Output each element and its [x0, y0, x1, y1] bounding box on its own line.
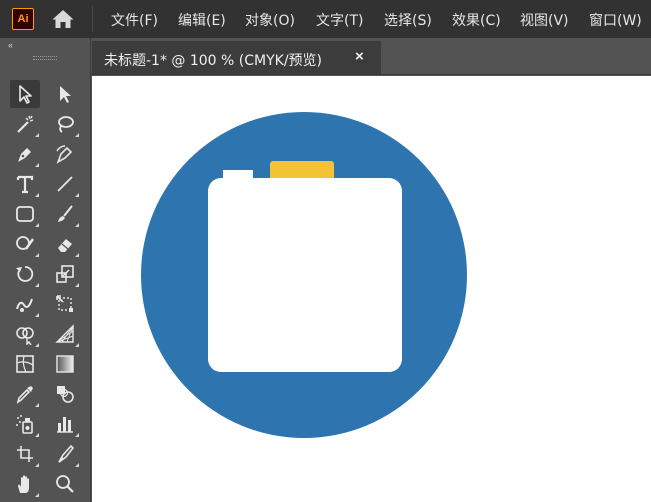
- magic-wand-icon: [17, 115, 34, 133]
- gradient-icon: [56, 355, 74, 373]
- curvature-tool[interactable]: [50, 140, 80, 168]
- column-graph-tool[interactable]: [50, 410, 80, 438]
- eyedropper-icon: [16, 386, 33, 404]
- magic-wand-tool[interactable]: [10, 110, 40, 138]
- menu-file[interactable]: 文件(F): [111, 10, 158, 30]
- column-graph-icon: [57, 417, 73, 433]
- symbol-sprayer-icon: [16, 415, 33, 434]
- symbol-sprayer-tool[interactable]: [10, 410, 40, 438]
- collapse-panel-button[interactable]: ‹‹: [8, 40, 13, 50]
- menu-type[interactable]: 文字(T): [316, 10, 363, 30]
- menu-object[interactable]: 对象(O): [245, 10, 295, 30]
- document-tab[interactable]: 未标题-1* @ 100 % (CMYK/预览) ×: [92, 41, 381, 75]
- menu-edit[interactable]: 编辑(E): [178, 10, 226, 30]
- menu-bar: Ai 文件(F) 编辑(E) 对象(O) 文字(T) 选择(S) 效果(C) 视…: [0, 0, 651, 38]
- line-icon: [57, 176, 73, 192]
- free-transform-tool[interactable]: [50, 290, 80, 318]
- eraser-tool[interactable]: [50, 230, 80, 258]
- home-button[interactable]: [47, 7, 79, 31]
- hand-tool[interactable]: [10, 470, 40, 498]
- slice-tool[interactable]: [50, 440, 80, 468]
- white-rounded-square-shape[interactable]: [208, 178, 402, 372]
- menu-select[interactable]: 选择(S): [384, 10, 432, 30]
- document-tab-bar: 未标题-1* @ 100 % (CMYK/预览) ×: [91, 38, 651, 75]
- pen-tool[interactable]: [10, 140, 40, 168]
- warp-icon: [16, 298, 33, 312]
- line-segment-tool[interactable]: [50, 170, 80, 198]
- illustrator-logo: Ai: [12, 8, 34, 30]
- warp-tool[interactable]: [10, 290, 40, 318]
- mesh-icon: [16, 355, 34, 373]
- scale-tool[interactable]: [50, 260, 80, 288]
- direct-selection-tool[interactable]: [50, 80, 80, 108]
- eraser-icon: [58, 239, 72, 252]
- rotate-icon: [16, 266, 34, 282]
- magnifier-icon: [56, 475, 74, 493]
- rounded-rectangle-icon: [16, 206, 34, 222]
- zoom-tool[interactable]: [50, 470, 80, 498]
- menu-separator: [92, 6, 93, 32]
- selection-arrow-icon: [19, 85, 32, 104]
- shape-builder-tool[interactable]: [10, 320, 40, 348]
- menu-effect[interactable]: 效果(C): [452, 10, 501, 30]
- hand-icon: [18, 475, 29, 493]
- artboard-canvas[interactable]: [92, 76, 651, 502]
- eyedropper-tool[interactable]: [10, 380, 40, 408]
- free-transform-icon: [56, 295, 73, 312]
- document-tab-title: 未标题-1* @ 100 % (CMYK/预览): [104, 53, 323, 69]
- curvature-pen-icon: [56, 145, 73, 164]
- pen-icon: [18, 148, 31, 162]
- slice-knife-icon: [58, 444, 75, 463]
- shaper-tool[interactable]: [10, 230, 40, 258]
- close-tab-button[interactable]: ×: [355, 48, 364, 65]
- perspective-grid-tool[interactable]: [50, 320, 80, 348]
- shaper-icon: [16, 236, 34, 250]
- menu-window[interactable]: 窗口(W): [589, 10, 642, 30]
- home-icon: [52, 10, 74, 28]
- tools-panel: ‹‹: [0, 38, 91, 502]
- artwork: [141, 112, 467, 438]
- rotate-tool[interactable]: [10, 260, 40, 288]
- artboard-icon: [17, 446, 33, 462]
- shape-builder-icon: [16, 327, 34, 345]
- type-icon: [16, 175, 34, 194]
- selection-tool[interactable]: [10, 80, 40, 108]
- perspective-grid-icon: [55, 324, 74, 343]
- lasso-icon: [58, 116, 74, 133]
- scale-icon: [56, 265, 74, 283]
- artboard-tool[interactable]: [10, 440, 40, 468]
- panel-grip[interactable]: [33, 56, 57, 60]
- rounded-rectangle-tool[interactable]: [10, 200, 40, 228]
- blend-icon: [57, 386, 74, 403]
- blend-tool[interactable]: [50, 380, 80, 408]
- paintbrush-tool[interactable]: [50, 200, 80, 228]
- mesh-tool[interactable]: [10, 350, 40, 378]
- paintbrush-icon: [58, 205, 73, 222]
- lasso-tool[interactable]: [50, 110, 80, 138]
- type-tool[interactable]: [10, 170, 40, 198]
- gradient-tool[interactable]: [50, 350, 80, 378]
- menu-view[interactable]: 视图(V): [520, 10, 569, 30]
- direct-selection-arrow-icon: [60, 86, 71, 103]
